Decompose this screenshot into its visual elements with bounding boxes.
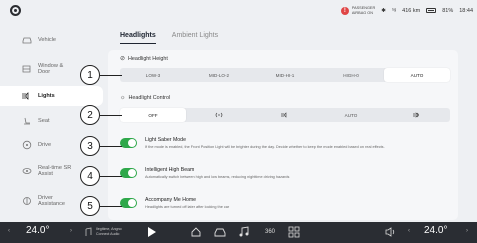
- tab-bar: Headlights Ambient Lights: [120, 32, 218, 44]
- airbag-line1: PASSENGER: [351, 6, 376, 10]
- car-icon: [22, 35, 32, 45]
- high-beam-switch[interactable]: [120, 168, 137, 178]
- signal-icon: ⁵ᵍ: [391, 7, 397, 14]
- callout-leader: [100, 176, 122, 177]
- control-option-parking-lights[interactable]: [186, 108, 252, 122]
- battery-icon: [426, 8, 437, 13]
- sidebar-item-vehicle[interactable]: Vehicle: [0, 31, 103, 49]
- headlight-control-label: Headlight Control: [128, 95, 171, 101]
- media-source-icon: [82, 227, 94, 239]
- sidebar-item-label: Lights: [38, 92, 55, 99]
- sr-assist-icon: [22, 166, 32, 176]
- bottom-dock: ‹ 24.0° › Ilegitime, Angno Connect Audio …: [0, 222, 477, 243]
- airbag-indicator: ! PASSENGER AIRBAG ON: [340, 6, 376, 15]
- callout-leader: [100, 75, 122, 76]
- apps-grid-icon[interactable]: [288, 226, 300, 238]
- callout-5: 5: [80, 196, 100, 216]
- height-option-mid-lo-2[interactable]: MID-LO-2: [186, 68, 252, 82]
- media-info: Ilegitime, Angno Connect Audio: [96, 227, 122, 236]
- control-option-auto[interactable]: AUTO: [318, 108, 384, 122]
- toggle-intelligent-high-beam: Intelligent High Beam Automatically swit…: [120, 166, 450, 188]
- callout-1: 1: [80, 65, 100, 85]
- media-title: Ilegitime, Angno: [96, 227, 122, 231]
- airbag-icon: !: [340, 6, 349, 15]
- callout-leader: [100, 206, 122, 207]
- sidebar-item-label: Vehicle: [38, 36, 57, 43]
- toggle-description: If the mode is enabled, the Front Positi…: [145, 145, 385, 149]
- left-temperature[interactable]: 24.0°: [26, 225, 49, 236]
- height-option-auto[interactable]: AUTO: [384, 68, 450, 82]
- callout-2: 2: [80, 105, 100, 125]
- car-dock-icon[interactable]: [214, 226, 226, 238]
- toggle-title: Intelligent High Beam: [145, 167, 195, 173]
- height-option-mid-hi-1[interactable]: MID-HI-1: [252, 68, 318, 82]
- sidebar-item-label: Seat: [38, 117, 50, 124]
- settings-panel: ⊘ Headlight Height LOW-3 MID-LO-2 MID-HI…: [108, 50, 458, 220]
- sun-icon: ☼: [120, 95, 126, 101]
- chevron-left-icon[interactable]: ‹: [8, 228, 10, 234]
- view-360-icon[interactable]: 360: [262, 226, 278, 238]
- bluetooth-icon: ✱: [381, 7, 386, 14]
- right-temperature[interactable]: 24.0°: [424, 225, 447, 236]
- sidebar-item-label: Real-time SR Assist: [38, 164, 72, 178]
- sidebar-item-label: Driver Assistance: [38, 194, 66, 208]
- headlight-icon: [22, 91, 32, 101]
- music-icon[interactable]: [238, 226, 250, 238]
- toggle-title: Light Saber Mode: [145, 137, 186, 143]
- callout-leader: [100, 115, 122, 116]
- control-option-off[interactable]: OFF: [120, 108, 186, 122]
- control-option-high-beam[interactable]: [384, 108, 450, 122]
- sidebar-item-label: Drive: [38, 141, 52, 148]
- light-saber-switch[interactable]: [120, 138, 137, 148]
- play-icon[interactable]: [148, 227, 156, 237]
- headlight-control-selector: OFF AUTO: [120, 108, 450, 122]
- screen: ! PASSENGER AIRBAG ON ✱ ⁵ᵍ 416 km 81% 18:…: [0, 0, 477, 243]
- callout-3: 3: [80, 136, 100, 156]
- low-beam-icon: [281, 112, 287, 118]
- height-option-high-0[interactable]: HIGH-0: [318, 68, 384, 82]
- high-beam-icon: [413, 112, 419, 118]
- callout-4: 4: [80, 166, 100, 186]
- battery-text: 81%: [442, 7, 454, 14]
- status-indicators: ! PASSENGER AIRBAG ON ✱ ⁵ᵍ 416 km 81% 18:…: [340, 6, 473, 15]
- sidebar-item-label: Window & Door: [38, 62, 64, 76]
- sidebar-item-lights[interactable]: Lights: [0, 86, 103, 106]
- volume-icon[interactable]: [384, 226, 396, 238]
- accompany-me-home-switch[interactable]: [120, 198, 137, 208]
- control-option-low-beam[interactable]: [252, 108, 318, 122]
- toggle-title: Accompany Me Home: [145, 197, 197, 203]
- parking-lights-icon: [215, 112, 223, 118]
- home-icon[interactable]: [10, 5, 21, 16]
- door-icon: [22, 64, 32, 74]
- headlight-height-icon: ⊘: [120, 56, 126, 62]
- clock: 18:44: [459, 7, 473, 14]
- headlight-height-selector: LOW-3 MID-LO-2 MID-HI-1 HIGH-0 AUTO: [120, 68, 450, 82]
- callout-leader: [100, 146, 122, 147]
- tab-ambient-lights[interactable]: Ambient Lights: [172, 32, 218, 44]
- home-dock-icon[interactable]: [190, 226, 202, 238]
- toggle-description: Headlights are turned off later after lo…: [145, 205, 230, 209]
- chevron-left-icon[interactable]: ‹: [408, 228, 410, 234]
- chevron-right-icon[interactable]: ›: [70, 228, 72, 234]
- chevron-right-icon[interactable]: ›: [466, 228, 468, 234]
- headlight-height-title: ⊘ Headlight Height: [120, 55, 168, 63]
- range-text: 416 km: [402, 7, 421, 14]
- media-subtitle: Connect Audio: [96, 231, 120, 236]
- height-option-low-3[interactable]: LOW-3: [120, 68, 186, 82]
- airbag-line2: AIRBAG ON: [351, 10, 373, 15]
- status-bar: ! PASSENGER AIRBAG ON ✱ ⁵ᵍ 416 km 81% 18:…: [0, 0, 477, 26]
- steering-wheel-icon: [22, 140, 32, 150]
- main-content: Headlights Ambient Lights ⊘ Headlight He…: [108, 26, 473, 222]
- driver-assist-icon: [22, 196, 32, 206]
- toggle-light-saber-mode: Light Saber Mode If the mode is enabled,…: [120, 136, 450, 158]
- tab-headlights[interactable]: Headlights: [120, 32, 156, 44]
- headlight-height-label: Headlight Height: [128, 55, 168, 62]
- toggle-accompany-me-home: Accompany Me Home Headlights are turned …: [120, 196, 450, 218]
- seat-icon: [22, 116, 32, 126]
- toggle-description: Automatically switch between high and lo…: [145, 175, 290, 179]
- headlight-control-title: ☼ Headlight Control: [120, 95, 170, 101]
